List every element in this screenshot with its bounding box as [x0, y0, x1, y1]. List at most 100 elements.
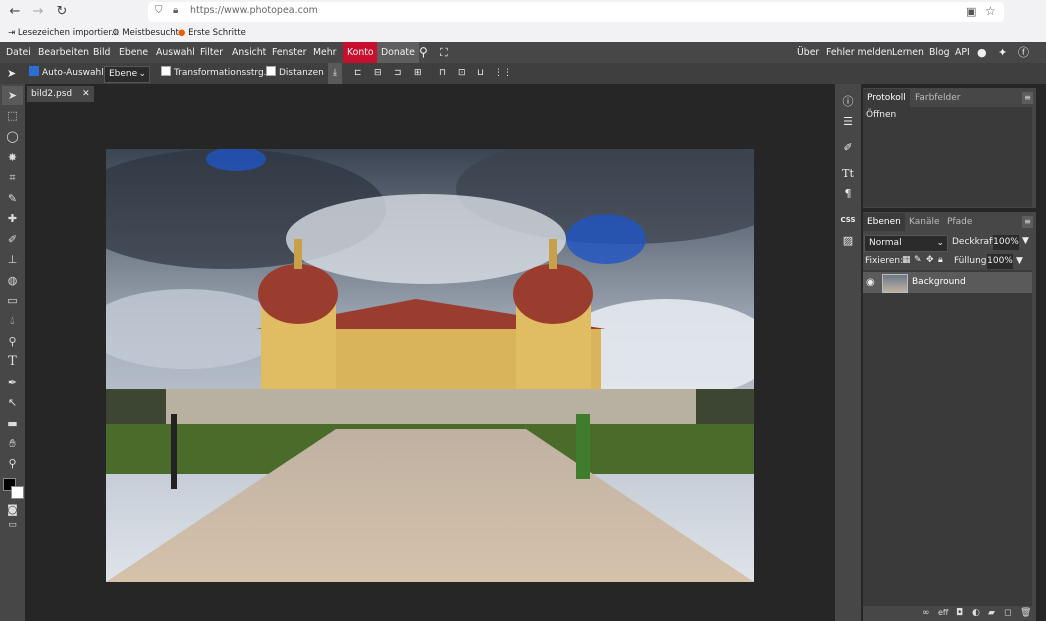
url-text[interactable]: https://www.photopea.com	[190, 4, 318, 18]
gradient-tool-icon[interactable]: ▭	[2, 291, 23, 310]
background-color-swatch[interactable]	[11, 486, 24, 499]
marquee-tool-icon[interactable]: ⬚	[2, 106, 23, 125]
close-icon[interactable]: ✕	[82, 89, 90, 99]
reload-icon[interactable]: ↻	[53, 3, 71, 21]
konto-button[interactable]: Konto	[343, 42, 378, 63]
fill-input[interactable]: 100%	[987, 254, 1013, 269]
distances-checkbox[interactable]: Distanzen	[266, 63, 324, 84]
link-layers-icon[interactable]: ∞	[922, 608, 930, 618]
lock-position-icon[interactable]: ✥	[926, 255, 934, 265]
new-group-icon[interactable]: ▰	[988, 608, 995, 618]
menu-lernen[interactable]: Lernen	[892, 42, 924, 63]
distribute-h-icon[interactable]: ⊞	[414, 63, 422, 84]
blur-tool-icon[interactable]: 💧︎	[2, 311, 23, 330]
tab-pfade[interactable]: Pfade	[947, 213, 972, 231]
back-icon[interactable]: ←	[6, 3, 24, 21]
css-icon[interactable]: CSS	[838, 211, 858, 229]
menu-fehler-melden[interactable]: Fehler melden	[826, 42, 892, 63]
fullscreen-icon[interactable]: ⛶	[440, 42, 448, 63]
forward-icon[interactable]: →	[29, 3, 47, 21]
facebook-icon[interactable]: ⓕ	[1018, 42, 1029, 63]
align-left-icon[interactable]: ⊏	[354, 63, 362, 84]
eraser-tool-icon[interactable]: ◍	[2, 271, 23, 290]
dodge-tool-icon[interactable]: ⚲	[2, 332, 23, 351]
lasso-tool-icon[interactable]: ◯	[2, 127, 23, 146]
menu-bild[interactable]: Bild	[93, 42, 110, 63]
history-entry[interactable]: Öffnen	[866, 110, 896, 120]
panel-menu-icon[interactable]: ≡	[1022, 92, 1033, 104]
align-right-icon[interactable]: ⊐	[394, 63, 402, 84]
screen-mode-icon[interactable]: ▭	[2, 516, 23, 535]
zoom-tool-icon[interactable]: ⚲	[2, 454, 23, 473]
panel-menu-icon[interactable]: ≡	[1022, 216, 1033, 228]
menu-fenster[interactable]: Fenster	[272, 42, 306, 63]
reader-icon[interactable]: ▣	[966, 5, 976, 18]
menu-filter[interactable]: Filter	[200, 42, 223, 63]
tab-ebenen[interactable]: Ebenen	[863, 213, 905, 231]
info-icon[interactable]: ⓘ	[838, 93, 858, 111]
align-bottom-icon[interactable]: ⊔	[477, 63, 484, 84]
menu-bearbeiten[interactable]: Bearbeiten	[38, 42, 89, 63]
menu-blog[interactable]: Blog	[929, 42, 950, 63]
eyedropper-tool-icon[interactable]: ✎	[2, 189, 23, 208]
properties-icon[interactable]: ☰	[838, 113, 858, 131]
search-icon[interactable]: ⚲	[419, 42, 428, 63]
auto-select-target-dropdown[interactable]: Ebene ⌄	[104, 66, 150, 83]
donate-button[interactable]: Donate	[377, 42, 419, 63]
tab-kanaele[interactable]: Kanäle	[909, 213, 940, 231]
brush-settings-icon[interactable]: ✐	[838, 139, 858, 157]
menu-ansicht[interactable]: Ansicht	[232, 42, 266, 63]
paragraph-icon[interactable]: ¶	[838, 185, 858, 203]
transform-controls-checkbox[interactable]: Transformationsstrg.	[161, 63, 267, 84]
menu-api[interactable]: API	[955, 42, 970, 63]
download-icon[interactable]: ⤓	[328, 63, 342, 84]
tab-protokoll[interactable]: Protokoll	[863, 89, 910, 107]
bookmark-most-visited[interactable]: ⚙ Meistbesucht	[112, 27, 179, 39]
document-tab[interactable]: bild2.psd ✕	[27, 86, 94, 102]
auto-select-checkbox[interactable]: Auto-Auswahl	[29, 63, 104, 84]
layer-name[interactable]: Background	[912, 277, 966, 287]
path-select-tool-icon[interactable]: ↖	[2, 393, 23, 412]
distribute-v-icon[interactable]: ⋮⋮	[494, 63, 512, 84]
blend-mode-dropdown[interactable]: Normal ⌄	[864, 235, 948, 252]
new-layer-icon[interactable]: ◻	[1004, 608, 1011, 618]
brush-tool-icon[interactable]: ✐	[2, 230, 23, 249]
lock-all-icon[interactable]: 🔒︎	[938, 255, 943, 265]
menu-datei[interactable]: Datei	[6, 42, 31, 63]
crop-tool-icon[interactable]: ⌗	[2, 168, 23, 187]
image-icon[interactable]: ▨	[838, 232, 858, 250]
menu-auswahl[interactable]: Auswahl	[156, 42, 195, 63]
shield-icon[interactable]: ⛉	[155, 5, 165, 18]
bookmark-import[interactable]: ⇥ Lesezeichen importier...	[8, 27, 119, 39]
pen-tool-icon[interactable]: ✒	[2, 373, 23, 392]
menu-ueber[interactable]: Über	[797, 42, 819, 63]
hand-tool-icon[interactable]: ✋︎	[2, 434, 23, 453]
stamp-tool-icon[interactable]: ⊥	[2, 250, 23, 269]
reddit-icon[interactable]: ●	[977, 42, 987, 63]
fill-dropdown-icon[interactable]: ▼	[1016, 256, 1023, 266]
shape-tool-icon[interactable]: ▬	[2, 414, 23, 433]
type-tool-icon[interactable]: T	[2, 352, 23, 371]
menu-mehr[interactable]: Mehr	[313, 42, 336, 63]
menu-ebene[interactable]: Ebene	[119, 42, 148, 63]
lock-icon[interactable]: 🔒︎	[173, 5, 183, 18]
align-top-icon[interactable]: ⊓	[439, 63, 446, 84]
align-center-h-icon[interactable]: ⊟	[374, 63, 382, 84]
adjustment-layer-icon[interactable]: ◐	[972, 608, 980, 618]
opacity-dropdown-icon[interactable]: ▼	[1022, 236, 1029, 246]
twitter-icon[interactable]: ✦	[998, 42, 1007, 63]
magic-wand-tool-icon[interactable]: ✸	[2, 148, 23, 167]
eye-icon[interactable]: ◉	[866, 277, 875, 288]
canvas-image[interactable]	[106, 149, 754, 582]
healing-tool-icon[interactable]: ✚	[2, 209, 23, 228]
lock-transparency-icon[interactable]: ▦	[902, 255, 911, 265]
tab-farbfelder[interactable]: Farbfelder	[915, 89, 960, 107]
move-tool-icon[interactable]: ➤	[2, 86, 23, 105]
character-icon[interactable]: Tt	[838, 165, 858, 183]
opacity-input[interactable]: 100%	[993, 235, 1019, 250]
add-mask-icon[interactable]: ◘	[956, 608, 963, 618]
align-middle-v-icon[interactable]: ⊡	[458, 63, 466, 84]
move-tool-icon[interactable]: ➤	[7, 63, 16, 84]
bookmark-first-steps[interactable]: ● Erste Schritte	[178, 27, 246, 39]
delete-layer-icon[interactable]: 🗑︎	[1020, 608, 1031, 618]
